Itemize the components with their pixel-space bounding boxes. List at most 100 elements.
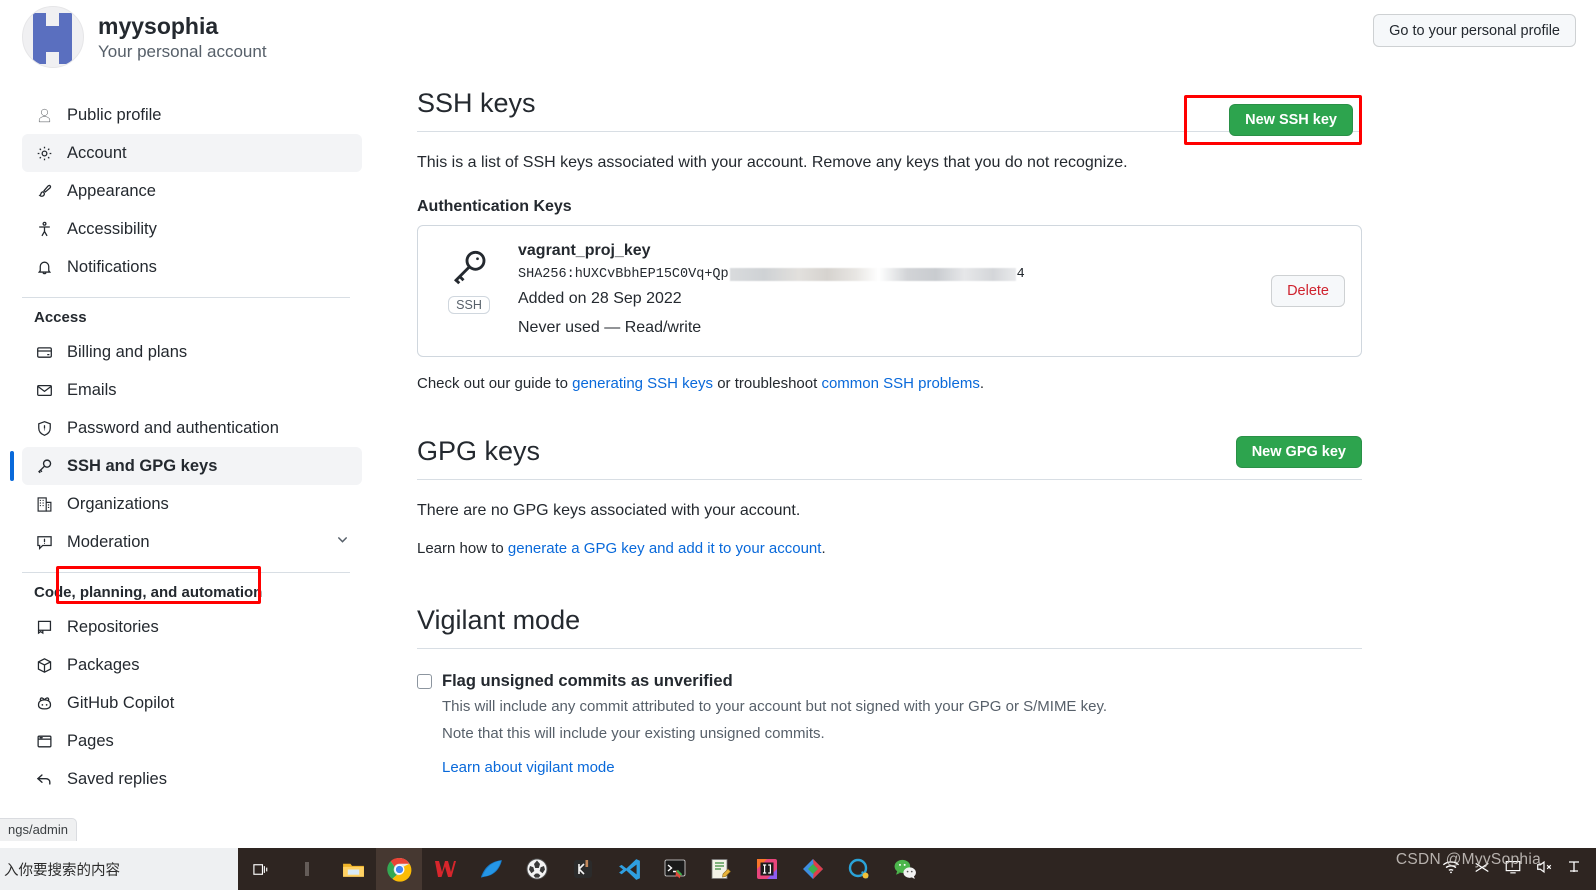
accessibility-icon (34, 219, 54, 239)
sidebar-item-packages[interactable]: Packages (22, 646, 362, 684)
display-icon[interactable] (1504, 859, 1522, 880)
chevron-down-icon[interactable] (335, 532, 350, 552)
sidebar-item-label: Accessibility (67, 219, 157, 238)
ssh-keys-footer-note: Check out our guide to generating SSH ke… (417, 375, 1362, 392)
account-name: myysophia (98, 12, 219, 39)
go-to-personal-profile-button[interactable]: Go to your personal profile (1373, 14, 1576, 47)
gear-icon (34, 143, 54, 163)
vigilant-mode-description-line1: This will include any commit attributed … (442, 698, 1108, 715)
gpg-learn-note: Learn how to generate a GPG key and add … (417, 540, 1362, 557)
intellij-idea-icon[interactable] (744, 848, 790, 890)
ssh-keys-description: This is a list of SSH keys associated wi… (417, 154, 1128, 171)
sidebar-item-label: Moderation (67, 532, 150, 551)
learn-about-vigilant-mode-link[interactable]: Learn about vigilant mode (442, 759, 1107, 776)
shield-icon (34, 418, 54, 438)
sidebar-item-label: Appearance (67, 181, 156, 200)
paintbrush-icon (34, 181, 54, 201)
vigilant-mode-title: Vigilant mode (417, 605, 581, 635)
account-header: myysophia Your personal account (22, 6, 267, 68)
key-icon (449, 250, 489, 292)
fingerprint-redacted-region (729, 268, 1016, 281)
gpg-keys-section-header: GPG keys New GPG key (417, 434, 1362, 480)
key-icon (34, 456, 54, 476)
person-icon (34, 105, 54, 125)
sidebar-item-github-copilot[interactable]: GitHub Copilot (22, 684, 362, 722)
sidebar-item-password-and-authentication[interactable]: Password and authentication (22, 409, 362, 447)
sidebar-item-appearance[interactable]: Appearance (22, 172, 362, 210)
avatar[interactable] (22, 6, 84, 68)
terminal-icon[interactable] (652, 848, 698, 890)
wps-office-icon[interactable] (422, 848, 468, 890)
sidebar-item-label: Organizations (67, 494, 169, 513)
sidebar-divider (22, 297, 350, 298)
divider-icon (284, 848, 330, 890)
browser-status-url: ngs/admin (0, 818, 77, 841)
taskbar-search-input[interactable]: 入你要搜索的内容 (0, 848, 238, 890)
ssh-key-usage: Never used — Read/write (518, 319, 702, 336)
fingerprint-suffix: 4 (1016, 267, 1025, 282)
file-explorer-icon[interactable] (330, 848, 376, 890)
system-tray (1442, 859, 1596, 880)
flag-unsigned-commits-checkbox[interactable] (417, 674, 432, 689)
screen: myysophia Your personal account Go to yo… (0, 0, 1596, 890)
sidebar-item-pages[interactable]: Pages (22, 722, 362, 760)
wireshark-icon[interactable] (468, 848, 514, 890)
vscode-icon[interactable] (606, 848, 652, 890)
sidebar-item-account[interactable]: Account (22, 134, 362, 172)
network-icon[interactable] (1473, 859, 1491, 880)
ssh-key-fingerprint: SHA256:hUXCvBbhEP15C0Vq+Qp 4 (518, 267, 1251, 282)
browser-icon (34, 731, 54, 751)
chrome-icon[interactable] (376, 848, 422, 890)
sidebar-item-label: Repositories (67, 617, 159, 636)
sidebar-item-label: Notifications (67, 257, 157, 276)
windows-taskbar: 入你要搜索的内容 (0, 848, 1596, 890)
delete-ssh-key-button[interactable]: Delete (1271, 275, 1345, 307)
sidebar-item-ssh-and-gpg-keys[interactable]: SSH and GPG keys (10, 447, 362, 485)
common-ssh-problems-link[interactable]: common SSH problems (821, 375, 979, 392)
sidebar-item-label: GitHub Copilot (67, 693, 175, 712)
task-view-icon[interactable] (238, 848, 284, 890)
editor-icon[interactable] (698, 848, 744, 890)
diamond-app-icon[interactable] (790, 848, 836, 890)
volume-mute-icon[interactable] (1535, 859, 1553, 880)
sidebar-item-organizations[interactable]: Organizations (22, 485, 362, 523)
vigilant-mode-section-header: Vigilant mode (417, 603, 1362, 649)
qq-icon[interactable] (836, 848, 882, 890)
sidebar-divider (22, 572, 350, 573)
gpg-keys-title: GPG keys (417, 436, 541, 466)
repo-icon (34, 617, 54, 637)
ssh-badge: SSH (448, 296, 490, 314)
sidebar-item-accessibility[interactable]: Accessibility (22, 210, 362, 248)
organization-icon (34, 494, 54, 514)
sidebar-item-label: Emails (67, 380, 117, 399)
flag-unsigned-commits-label: Flag unsigned commits as unverified (442, 672, 733, 690)
sidebar-item-billing-and-plans[interactable]: Billing and plans (22, 333, 362, 371)
sidebar-item-public-profile[interactable]: Public profile (22, 96, 362, 134)
sidebar-item-notifications[interactable]: Notifications (22, 248, 362, 286)
game-globe-icon[interactable] (514, 848, 560, 890)
generate-gpg-key-link[interactable]: generate a GPG key and add it to your ac… (508, 540, 822, 557)
ssh-key-card: SSH vagrant_proj_key SHA256:hUXCvBbhEP15… (417, 225, 1362, 357)
sidebar-item-saved-replies[interactable]: Saved replies (22, 760, 362, 798)
page-title: SSH keys (417, 88, 536, 118)
sidebar-item-label: Saved replies (67, 769, 167, 788)
sidebar-item-label: Packages (67, 655, 140, 674)
generating-ssh-keys-link[interactable]: generating SSH keys (572, 375, 713, 392)
keil-icon[interactable] (560, 848, 606, 890)
wifi-icon[interactable] (1442, 859, 1460, 880)
sidebar-group-access: Access (34, 309, 87, 326)
fingerprint-prefix: SHA256:hUXCvBbhEP15C0Vq+Qp (518, 267, 729, 282)
settings-sidebar: Public profile Account Appearance Access… (10, 96, 362, 798)
new-ssh-key-button[interactable]: New SSH key (1229, 104, 1353, 136)
ime-icon[interactable] (1566, 859, 1582, 880)
sidebar-item-repositories[interactable]: Repositories (22, 608, 362, 646)
sidebar-item-emails[interactable]: Emails (22, 371, 362, 409)
main-content: SSH keys New SSH key This is a list of S… (417, 86, 1362, 776)
reply-icon (34, 769, 54, 789)
github-settings-page: myysophia Your personal account Go to yo… (0, 0, 1596, 848)
sidebar-item-label: Password and authentication (67, 418, 279, 437)
annotation-box-new-ssh-key: New SSH key (1184, 95, 1362, 145)
wechat-icon[interactable] (882, 848, 928, 890)
new-gpg-key-button[interactable]: New GPG key (1235, 436, 1362, 468)
sidebar-item-moderation[interactable]: Moderation (22, 523, 362, 561)
